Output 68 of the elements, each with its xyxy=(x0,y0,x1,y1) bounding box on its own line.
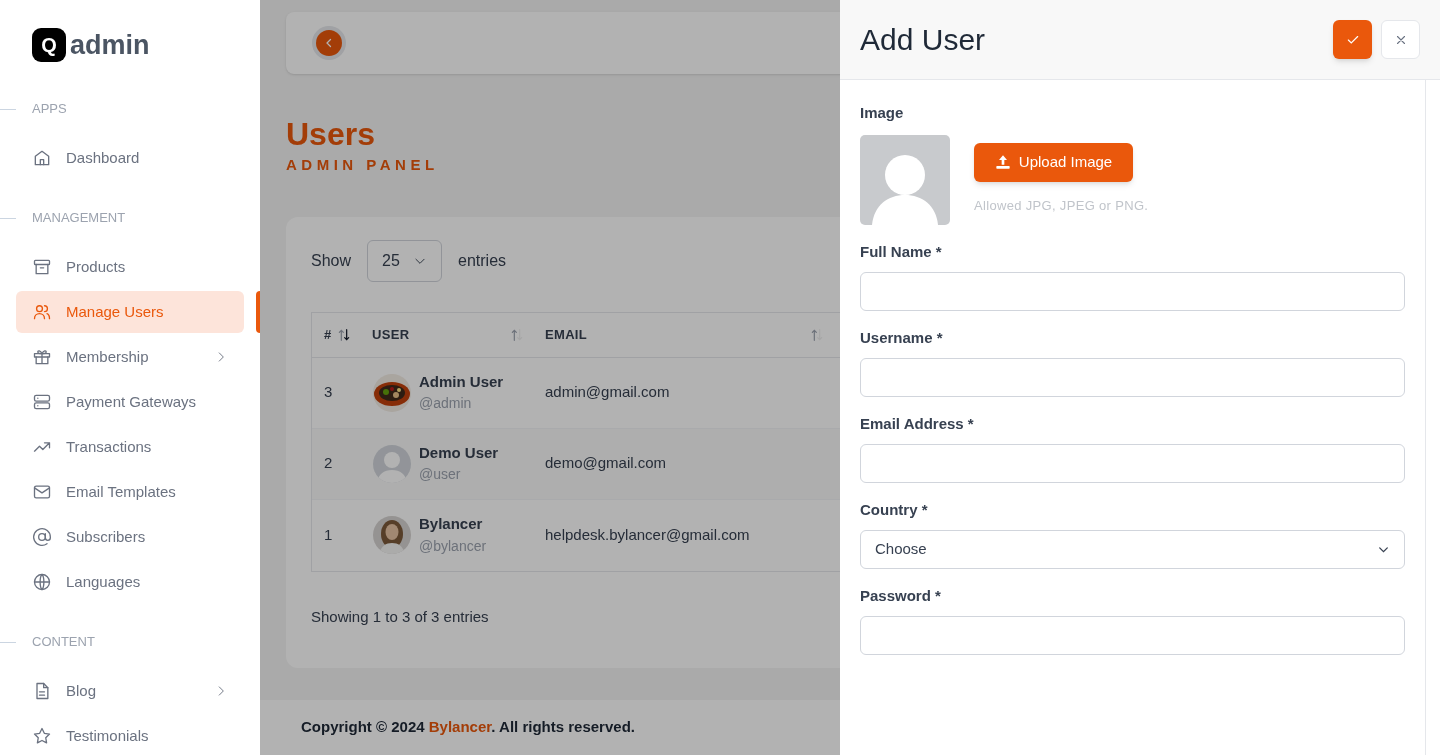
input-field[interactable] xyxy=(860,443,1405,483)
username: @user xyxy=(419,465,462,485)
drawer-title: Add User xyxy=(860,22,986,58)
star-icon xyxy=(32,726,52,746)
field-label: Email Address * xyxy=(860,413,975,434)
nav-item[interactable]: Email Templates xyxy=(16,471,244,513)
field-label: Country * xyxy=(860,499,929,520)
page-title: Users xyxy=(286,115,376,154)
column-header[interactable]: EMAIL xyxy=(533,324,833,345)
nav-item[interactable]: Products xyxy=(16,246,244,288)
field-label: Password * xyxy=(860,585,942,606)
nav-item[interactable]: Blog xyxy=(16,670,244,712)
copyright-text: Copyright © 2024 Bylancer. All rights reserved. xyxy=(301,717,635,738)
field-label: Full Name * xyxy=(860,241,943,262)
archive-box-icon xyxy=(32,257,52,277)
id-cell-text: 2 xyxy=(323,453,334,474)
column-header[interactable]: # xyxy=(312,324,360,345)
country-select[interactable]: Choose xyxy=(860,529,1405,569)
users-icon xyxy=(32,302,52,322)
close-button[interactable] xyxy=(1381,20,1420,59)
section-label: CONTENT xyxy=(32,633,95,652)
nav-item[interactable]: Dashboard xyxy=(16,137,244,179)
field-label: Image xyxy=(860,103,905,123)
input-field[interactable] xyxy=(860,357,1405,397)
user-name: Bylancer xyxy=(419,514,484,535)
user-name: Demo User xyxy=(419,442,499,463)
nav-item[interactable]: Membership xyxy=(16,336,244,378)
upload-button[interactable]: Upload Image xyxy=(974,142,1133,182)
email-cell-text: helpdesk.bylancer@gmail.com xyxy=(544,524,751,545)
avatar-placeholder-icon xyxy=(860,134,950,225)
section-label: APPS xyxy=(32,100,67,119)
field-label: Username * xyxy=(860,327,944,348)
email-cell-text: demo@gmail.com xyxy=(544,453,668,474)
nav-item[interactable]: Testimonials xyxy=(16,715,244,755)
globe-icon xyxy=(32,572,52,592)
brand-name: admin xyxy=(70,31,150,59)
nav-item[interactable]: Subscribers xyxy=(16,516,244,558)
close-icon xyxy=(1394,33,1407,46)
footer-link[interactable]: Bylancer xyxy=(428,718,492,736)
input-field[interactable] xyxy=(860,271,1405,311)
username: @bylancer xyxy=(419,536,487,556)
nav-item[interactable]: Manage Users xyxy=(16,291,244,333)
page-subtitle: ADMIN PANEL xyxy=(286,155,440,175)
table-summary: Showing 1 to 3 of 3 entries xyxy=(311,606,490,627)
logo-mark: Q xyxy=(32,28,66,62)
user-name: Admin User xyxy=(419,371,504,392)
server-icon xyxy=(32,392,52,412)
id-cell-text: 1 xyxy=(323,524,334,545)
active-indicator xyxy=(256,291,260,333)
section-label: MANAGEMENT xyxy=(32,209,126,228)
page-size-select[interactable]: 25 xyxy=(367,239,443,282)
nav-item[interactable]: Transactions xyxy=(16,426,244,468)
at-sign-icon xyxy=(32,527,52,547)
password-field[interactable] xyxy=(860,615,1405,655)
id-cell-text: 3 xyxy=(323,382,334,403)
email-cell-text: admin@gmail.com xyxy=(544,382,671,403)
back-button[interactable] xyxy=(316,30,342,56)
upload-hint: Allowed JPG, JPEG or PNG. xyxy=(974,196,1149,215)
upload-icon xyxy=(994,154,1011,170)
entries-label: entries xyxy=(458,250,507,271)
nav-item[interactable]: Payment Gateways xyxy=(16,381,244,423)
save-button[interactable] xyxy=(1333,20,1372,59)
show-label: Show xyxy=(311,250,352,271)
username: @admin xyxy=(419,394,473,414)
gift-icon xyxy=(32,347,52,367)
home-icon xyxy=(32,148,52,168)
nav-item[interactable]: Languages xyxy=(16,561,244,603)
column-header[interactable]: USER xyxy=(360,324,533,345)
